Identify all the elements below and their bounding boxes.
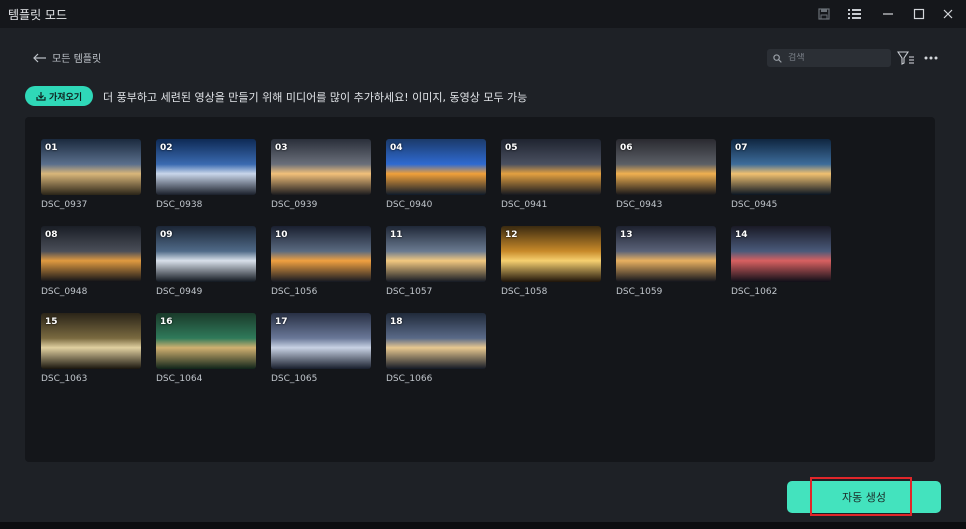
arrow-left-icon — [33, 53, 46, 62]
media-index: 09 — [160, 230, 173, 240]
media-panel: 01 DSC_0937 02 DSC_0938 03 DSC_0939 04 DSC_0940… — [25, 117, 935, 462]
media-index: 07 — [735, 143, 748, 153]
title-bar: 템플릿 모드 — [0, 0, 966, 28]
media-thumbnail[interactable]: 06 DSC_0943 — [616, 139, 716, 210]
media-index: 17 — [275, 317, 288, 327]
media-index: 11 — [390, 230, 403, 240]
import-icon — [36, 92, 46, 101]
back-label: 모든 템플릿 — [52, 54, 102, 65]
media-index: 05 — [505, 143, 518, 153]
media-thumbnail[interactable]: 18 DSC_1066 — [386, 313, 486, 384]
media-index: 15 — [45, 317, 58, 327]
media-index: 10 — [275, 230, 288, 240]
media-thumbnail[interactable]: 17 DSC_1065 — [271, 313, 371, 384]
media-thumbnail[interactable]: 11 DSC_1057 — [386, 226, 486, 297]
media-image: 08 — [41, 226, 141, 282]
media-index: 04 — [390, 143, 403, 153]
media-image: 07 — [731, 139, 831, 195]
import-label: 가져오기 — [48, 92, 83, 103]
media-thumbnail[interactable]: 12 DSC_1058 — [501, 226, 601, 297]
media-index: 14 — [735, 230, 748, 240]
media-image: 01 — [41, 139, 141, 195]
media-image: 18 — [386, 313, 486, 369]
media-thumbnail[interactable]: 03 DSC_0939 — [271, 139, 371, 210]
media-filename: DSC_1056 — [271, 287, 318, 297]
media-image: 13 — [616, 226, 716, 282]
media-index: 03 — [275, 143, 288, 153]
media-index: 01 — [45, 143, 58, 153]
media-image: 03 — [271, 139, 371, 195]
auto-create-label: 자동 생성 — [842, 491, 886, 504]
media-index: 16 — [160, 317, 173, 327]
media-image: 05 — [501, 139, 601, 195]
media-image: 14 — [731, 226, 831, 282]
media-thumbnail[interactable]: 07 DSC_0945 — [731, 139, 831, 210]
media-image: 17 — [271, 313, 371, 369]
list-icon[interactable] — [843, 4, 865, 24]
media-filename: DSC_0939 — [271, 200, 318, 210]
media-filename: DSC_1057 — [386, 287, 433, 297]
media-thumbnail[interactable]: 05 DSC_0941 — [501, 139, 601, 210]
media-filename: DSC_1066 — [386, 374, 433, 384]
media-image: 09 — [156, 226, 256, 282]
media-filename: DSC_0940 — [386, 200, 433, 210]
media-index: 02 — [160, 143, 173, 153]
media-thumbnail[interactable]: 01 DSC_0937 — [41, 139, 141, 210]
auto-create-button[interactable]: 자동 생성 — [787, 481, 941, 513]
media-filename: DSC_0945 — [731, 200, 778, 210]
import-button[interactable]: 가져오기 — [25, 86, 93, 106]
search-input[interactable] — [788, 53, 878, 63]
more-options-icon[interactable] — [922, 50, 940, 66]
maximize-icon[interactable] — [908, 4, 930, 24]
filter-icon[interactable] — [896, 50, 915, 66]
media-filename: DSC_1063 — [41, 374, 88, 384]
media-index: 12 — [505, 230, 518, 240]
media-filename: DSC_1064 — [156, 374, 203, 384]
media-thumbnail[interactable]: 02 DSC_0938 — [156, 139, 256, 210]
media-thumbnail[interactable]: 04 DSC_0940 — [386, 139, 486, 210]
media-filename: DSC_0937 — [41, 200, 88, 210]
import-hint: 더 풍부하고 세련된 영상을 만들기 위해 미디어를 많이 추가하세요! 이미지… — [103, 91, 528, 104]
media-filename: DSC_1062 — [731, 287, 778, 297]
search-box[interactable] — [767, 49, 891, 67]
save-icon[interactable] — [813, 4, 835, 24]
media-image: 11 — [386, 226, 486, 282]
close-icon[interactable] — [937, 4, 959, 24]
media-filename: DSC_0948 — [41, 287, 88, 297]
media-thumbnail[interactable]: 16 DSC_1064 — [156, 313, 256, 384]
media-index: 13 — [620, 230, 633, 240]
media-filename: DSC_0938 — [156, 200, 203, 210]
back-to-all-templates[interactable]: 모든 템플릿 — [33, 50, 101, 65]
media-thumbnail[interactable]: 09 DSC_0949 — [156, 226, 256, 297]
media-image: 06 — [616, 139, 716, 195]
search-icon — [773, 53, 782, 63]
bottom-strip — [0, 522, 966, 529]
media-image: 02 — [156, 139, 256, 195]
media-thumbnail[interactable]: 15 DSC_1063 — [41, 313, 141, 384]
media-image: 16 — [156, 313, 256, 369]
media-image: 04 — [386, 139, 486, 195]
window-title: 템플릿 모드 — [8, 8, 68, 22]
media-thumbnail[interactable]: 08 DSC_0948 — [41, 226, 141, 297]
media-filename: DSC_1058 — [501, 287, 548, 297]
minimize-icon[interactable] — [877, 4, 899, 24]
media-index: 08 — [45, 230, 58, 240]
media-image: 10 — [271, 226, 371, 282]
media-image: 12 — [501, 226, 601, 282]
media-filename: DSC_0949 — [156, 287, 203, 297]
media-image: 15 — [41, 313, 141, 369]
media-filename: DSC_0941 — [501, 200, 548, 210]
media-filename: DSC_1065 — [271, 374, 318, 384]
media-thumbnail[interactable]: 10 DSC_1056 — [271, 226, 371, 297]
media-thumbnail[interactable]: 13 DSC_1059 — [616, 226, 716, 297]
media-filename: DSC_1059 — [616, 287, 663, 297]
media-filename: DSC_0943 — [616, 200, 663, 210]
media-index: 06 — [620, 143, 633, 153]
media-thumbnail[interactable]: 14 DSC_1062 — [731, 226, 831, 297]
media-index: 18 — [390, 317, 403, 327]
